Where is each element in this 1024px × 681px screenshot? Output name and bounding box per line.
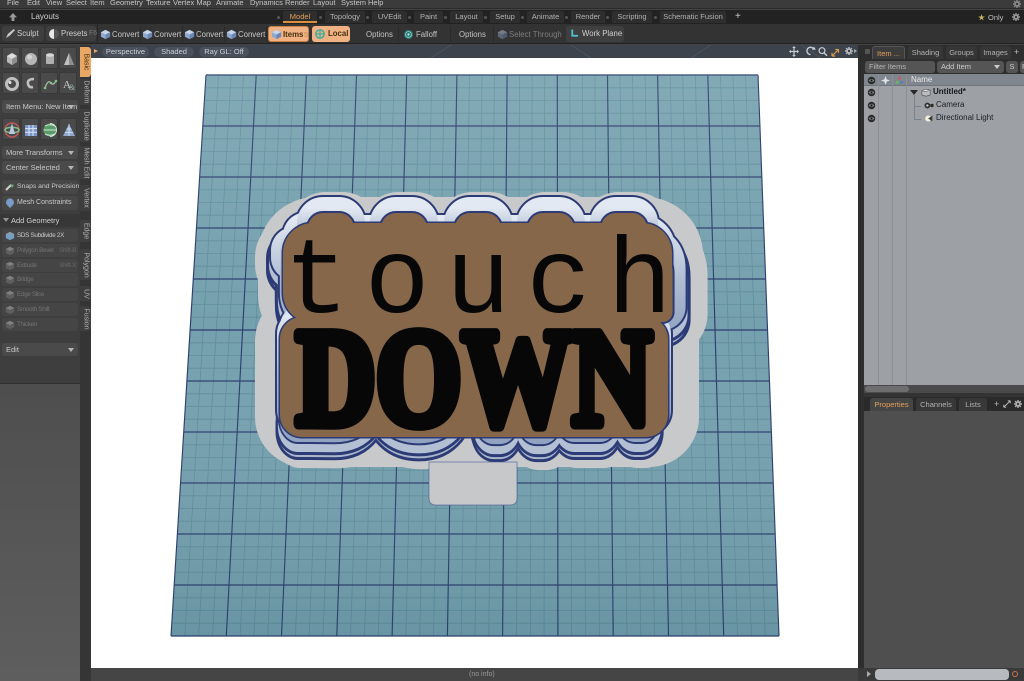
svg-text:DOWN: DOWN	[296, 301, 652, 454]
svg-text:&: &	[69, 83, 76, 92]
